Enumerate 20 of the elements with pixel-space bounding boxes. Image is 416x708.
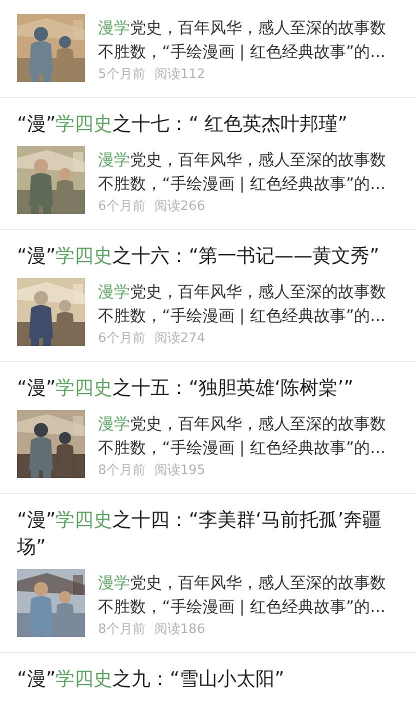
article-title[interactable]: “漫”学四史之十四：“李美群‘马前托孤’奔疆场” xyxy=(17,507,399,561)
publish-time: 6个月前 xyxy=(98,330,146,348)
article-summary: 漫学党史，百年风华，感人至深的故事数不胜数，“手绘漫画 | 红色经典故事”的... xyxy=(98,413,386,459)
publish-time: 8个月前 xyxy=(98,621,146,639)
article-summary: 漫学党史，百年风华，感人至深的故事数不胜数，“手绘漫画 | 红色经典故事”的... xyxy=(98,17,386,63)
publish-time: 5个月前 xyxy=(98,66,146,84)
article-summary: 漫学党史，百年风华，感人至深的故事数不胜数，“手绘漫画 | 红色经典故事”的... xyxy=(98,281,386,327)
article-title[interactable]: “漫”学四史之十五：“独胆英雄‘陈树棠’” xyxy=(17,375,399,402)
read-count: 阅读112 xyxy=(154,66,206,84)
article-title[interactable]: “漫”学四史之九：“雪山小太阳” xyxy=(17,666,399,693)
publish-time: 8个月前 xyxy=(98,462,146,480)
read-count: 阅读186 xyxy=(154,621,206,639)
article-summary: 漫学党史，百年风华，感人至深的故事数不胜数，“手绘漫画 | 红色经典故事”的... xyxy=(98,572,386,618)
publish-time: 6个月前 xyxy=(98,198,146,216)
article-summary: 漫学党史，百年风华，感人至深的故事数不胜数，“手绘漫画 | 红色经典故事”的... xyxy=(98,149,386,195)
article-title[interactable]: “漫”学四史之十六：“第一书记——黄文秀” xyxy=(17,243,399,270)
read-count: 阅读274 xyxy=(154,330,206,348)
read-count: 阅读195 xyxy=(154,462,206,480)
article-title[interactable]: “漫”学四史之十七：“ 红色英杰叶邦瑾” xyxy=(17,111,399,138)
read-count: 阅读266 xyxy=(154,198,206,216)
